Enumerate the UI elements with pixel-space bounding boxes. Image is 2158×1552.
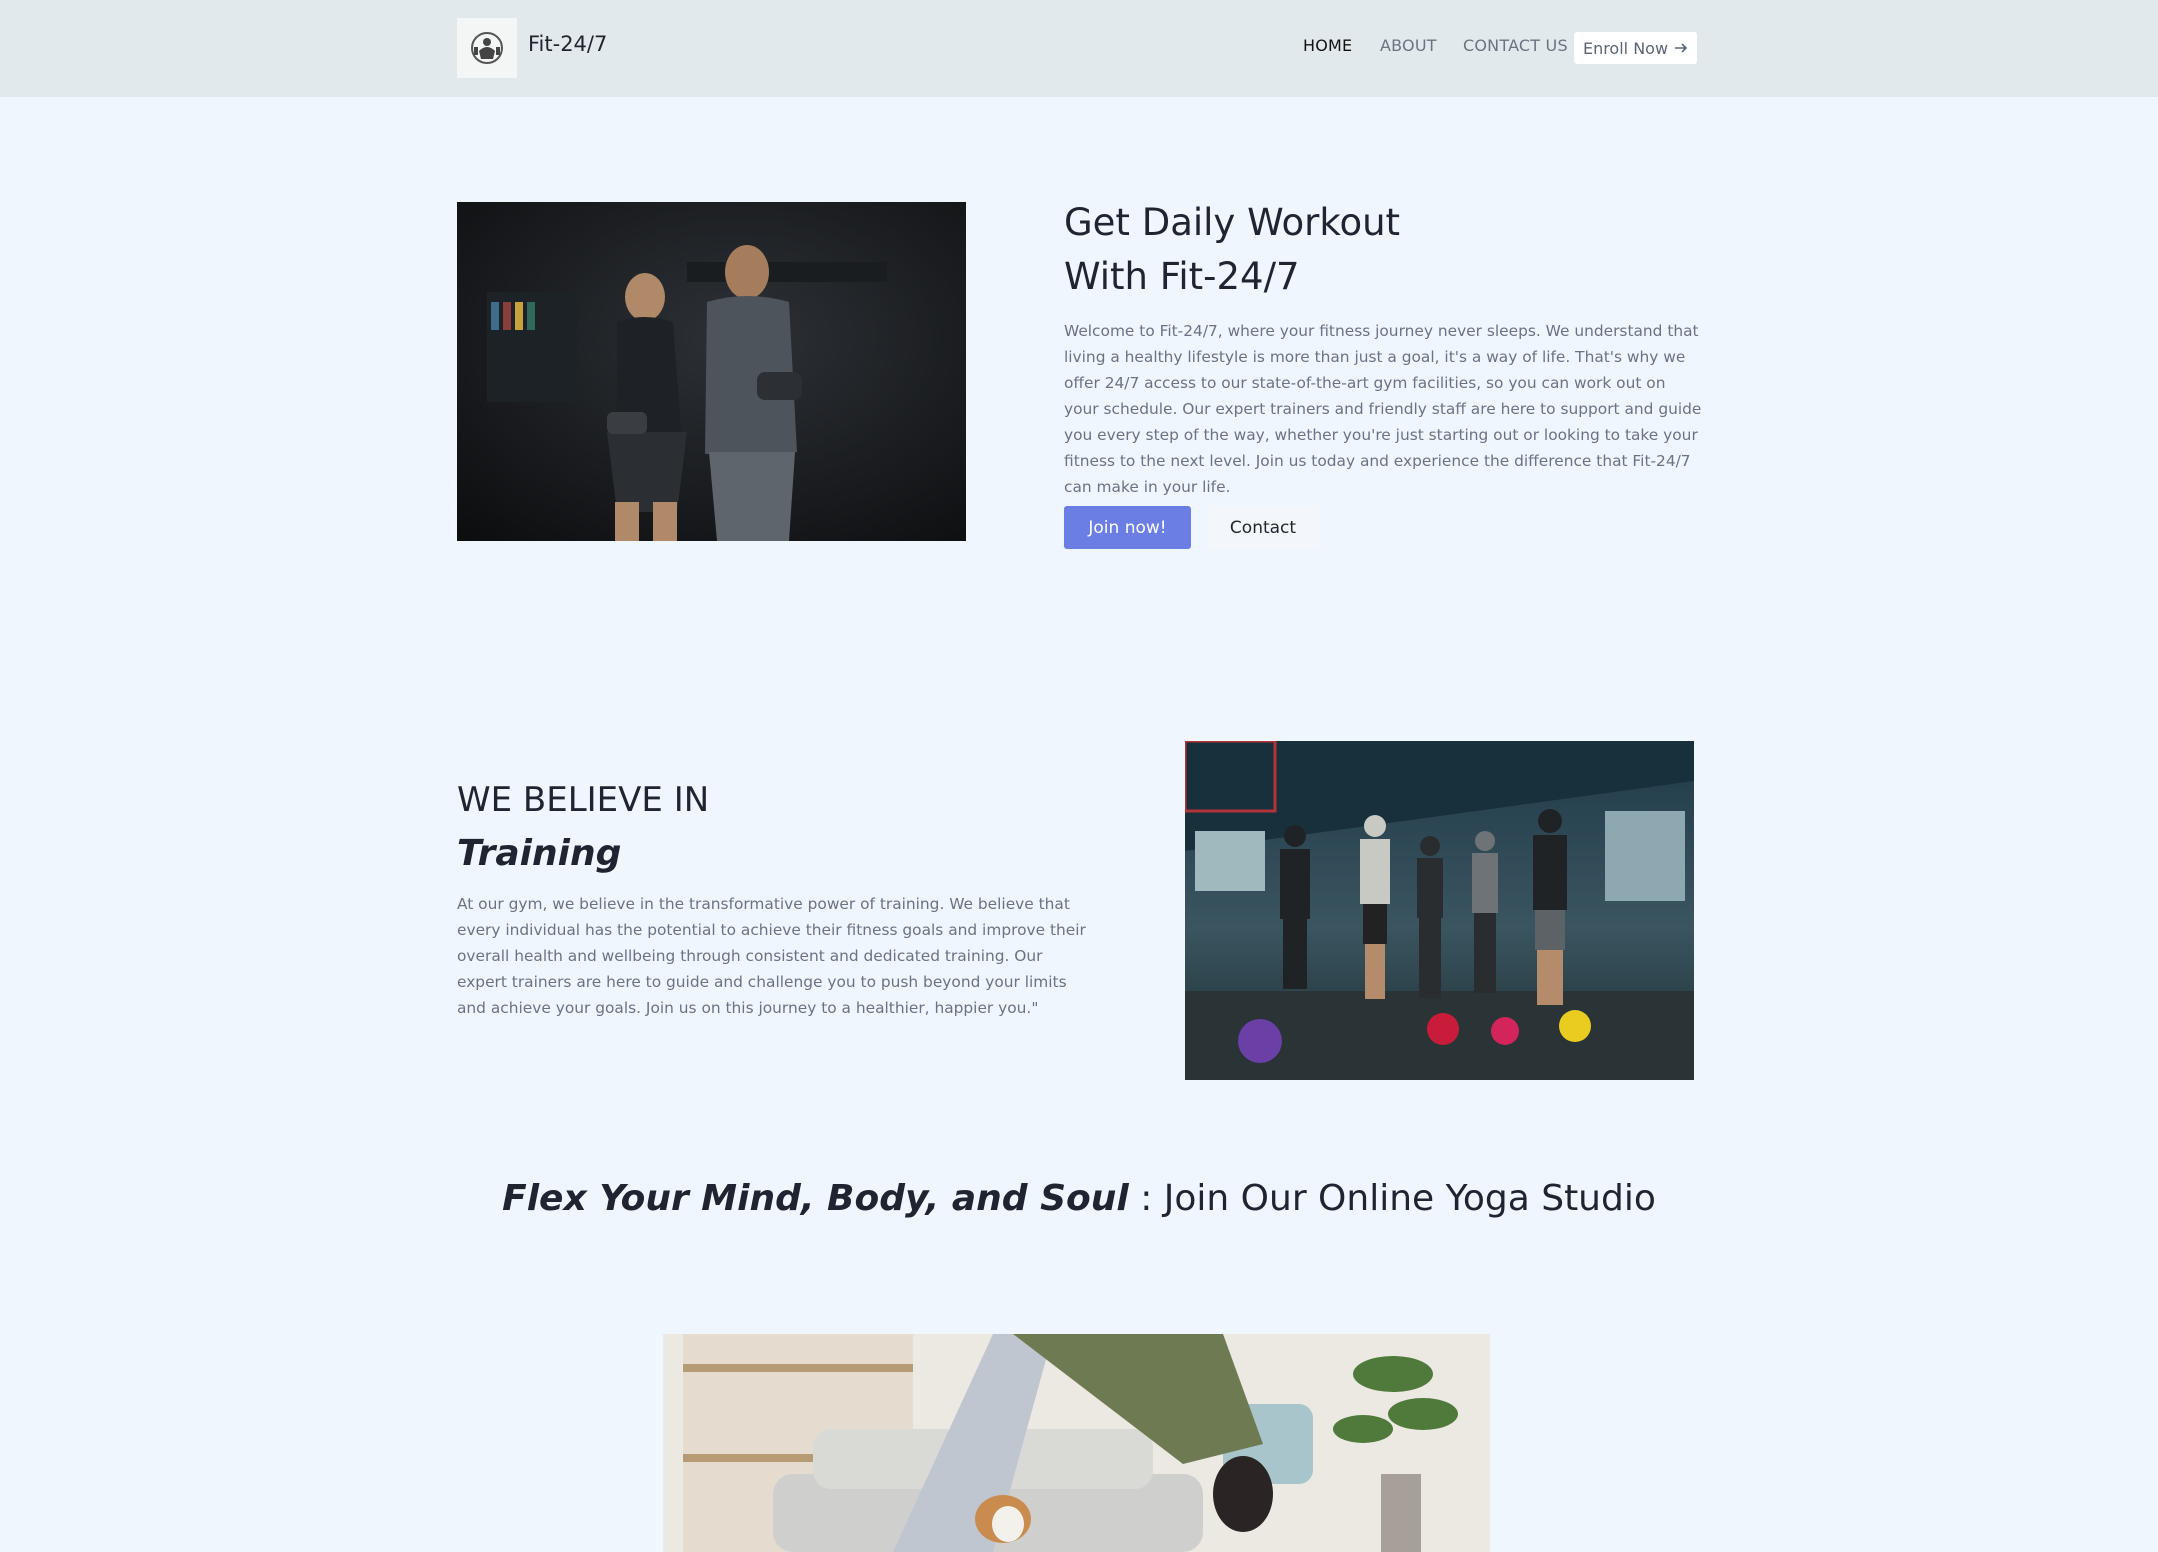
believe-title-line1: WE BELIEVE IN xyxy=(457,780,710,820)
brand-name[interactable]: Fit-24/7 xyxy=(528,32,607,56)
enroll-now-button[interactable]: Enroll Now xyxy=(1574,32,1697,64)
logo[interactable] xyxy=(457,18,517,78)
hero-title: Get Daily Workout With Fit-24/7 xyxy=(1064,196,1400,304)
yoga-heading-emphasis: Flex Your Mind, Body, and Soul xyxy=(502,1178,1129,1219)
hero-workout-photo xyxy=(457,202,966,541)
believe-description: At our gym, we believe in the transforma… xyxy=(457,895,1086,1017)
yoga-heading-rest: : Join Our Online Yoga Studio xyxy=(1140,1178,1656,1219)
site-header: Fit-24/7 HOME ABOUT CONTACT US Enroll No… xyxy=(0,0,2158,97)
hero-title-line1: Get Daily Workout xyxy=(1064,201,1401,244)
gym-logo-icon xyxy=(471,32,503,64)
hero-title-line2: With Fit-24/7 xyxy=(1064,255,1300,298)
enroll-now-label: Enroll Now xyxy=(1582,38,1669,58)
contact-button[interactable]: Contact xyxy=(1207,506,1319,549)
believe-title: WE BELIEVE IN Training xyxy=(457,773,709,881)
nav-contact-us[interactable]: CONTACT US xyxy=(1463,36,1568,55)
hero-description: Welcome to Fit-24/7, where your fitness … xyxy=(1064,322,1702,496)
nav-home[interactable]: HOME xyxy=(1303,36,1352,55)
arrow-right-icon xyxy=(1675,43,1688,53)
training-group-photo xyxy=(1185,741,1694,1080)
nav-about[interactable]: ABOUT xyxy=(1380,36,1437,55)
join-now-button[interactable]: Join now! xyxy=(1064,506,1191,549)
yoga-heading: Flex Your Mind, Body, and Soul : Join Ou… xyxy=(0,1178,2158,1219)
yoga-studio-photo xyxy=(663,1334,1490,1552)
believe-title-line2: Training xyxy=(457,833,622,874)
